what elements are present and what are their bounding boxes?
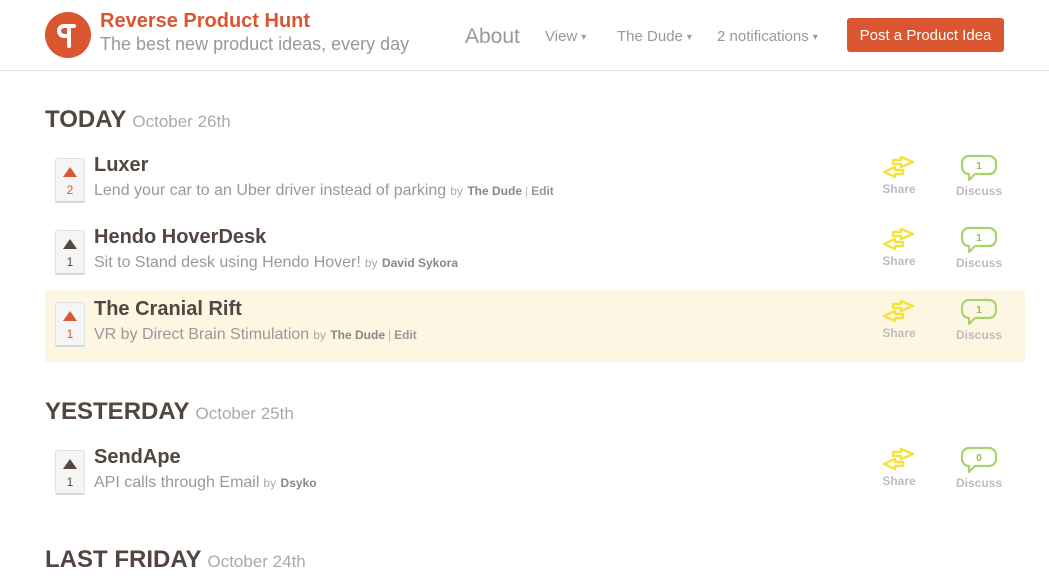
discuss-button[interactable]: 0 Discuss bbox=[949, 446, 1009, 490]
share-button[interactable]: Share bbox=[869, 446, 929, 488]
upvote-arrow-icon bbox=[63, 459, 77, 469]
day-heading: YESTERDAY October 25th bbox=[45, 398, 294, 426]
by-label: by bbox=[263, 476, 277, 490]
share-arrows-icon bbox=[869, 298, 929, 324]
nav-user-dropdown[interactable]: The Dude ▾ bbox=[617, 28, 692, 45]
discuss-label: Discuss bbox=[955, 184, 1003, 198]
author-link[interactable]: The Dude bbox=[330, 328, 385, 342]
share-label: Share bbox=[882, 182, 916, 196]
upvote-arrow-icon bbox=[63, 311, 77, 321]
share-button[interactable]: Share bbox=[869, 298, 929, 340]
day-heading: LAST FRIDAY October 24th bbox=[45, 546, 306, 574]
product-meta: API calls through Email by Dsyko bbox=[94, 474, 317, 492]
author-link[interactable]: David Sykora bbox=[382, 256, 458, 270]
day-label: YESTERDAY bbox=[45, 398, 190, 425]
by-label: by bbox=[313, 328, 326, 342]
vote-count: 1 bbox=[66, 475, 74, 489]
day-heading: TODAY October 26th bbox=[45, 106, 231, 134]
upvote-button[interactable]: 1 bbox=[55, 230, 85, 275]
author-link[interactable]: Dsyko bbox=[281, 476, 317, 490]
comment-count: 1 bbox=[976, 233, 982, 244]
upvote-button[interactable]: 2 bbox=[55, 158, 85, 203]
vote-count: 1 bbox=[66, 255, 74, 269]
product-row[interactable]: 2 Luxer Lend your car to an Uber driver in… bbox=[45, 146, 1025, 218]
product-description: Lend your car to an Uber driver instead … bbox=[94, 182, 447, 199]
nav-notifications-dropdown[interactable]: 2 notifications ▾ bbox=[717, 28, 818, 45]
chevron-down-icon: ▾ bbox=[686, 32, 692, 43]
nav-notifications-label: 2 notifications bbox=[717, 28, 809, 45]
nav-user-label: The Dude bbox=[617, 28, 683, 45]
brand-title[interactable]: Reverse Product Hunt bbox=[100, 10, 310, 33]
nav-about-link[interactable]: About bbox=[465, 25, 520, 49]
nav-view-dropdown[interactable]: View ▾ bbox=[545, 28, 586, 45]
discuss-label: Discuss bbox=[955, 256, 1003, 270]
by-label: by bbox=[450, 184, 463, 198]
separator: | bbox=[388, 328, 392, 342]
product-description: API calls through Email bbox=[94, 474, 260, 491]
product-description: Sit to Stand desk using Hendo Hover! bbox=[94, 254, 361, 271]
product-meta: VR by Direct Brain Stimulation by The Dud… bbox=[94, 326, 417, 344]
product-name[interactable]: Luxer bbox=[94, 154, 148, 177]
speech-bubble-icon: 1 bbox=[949, 226, 1009, 254]
comment-count: 1 bbox=[976, 161, 982, 172]
product-meta: Sit to Stand desk using Hendo Hover! by D… bbox=[94, 254, 458, 272]
day-date: October 26th bbox=[132, 112, 231, 131]
brand-tagline: The best new product ideas, every day bbox=[100, 34, 410, 54]
comment-count: 0 bbox=[976, 453, 982, 464]
discuss-label: Discuss bbox=[955, 476, 1003, 490]
product-name[interactable]: SendApe bbox=[94, 446, 181, 469]
upvote-arrow-icon bbox=[63, 239, 77, 249]
product-row[interactable]: 1 Hendo HoverDesk Sit to Stand desk using … bbox=[45, 218, 1025, 290]
vote-count: 2 bbox=[66, 183, 74, 197]
discuss-button[interactable]: 1 Discuss bbox=[949, 298, 1009, 342]
separator: | bbox=[525, 184, 529, 198]
edit-link[interactable]: Edit bbox=[531, 184, 554, 198]
speech-bubble-icon: 1 bbox=[949, 154, 1009, 182]
share-label: Share bbox=[882, 474, 916, 488]
vote-count: 1 bbox=[66, 327, 74, 341]
product-name[interactable]: The Cranial Rift bbox=[94, 298, 242, 321]
nav-view-label: View bbox=[545, 28, 578, 45]
share-arrows-icon bbox=[869, 226, 929, 252]
day-label: TODAY bbox=[45, 106, 127, 133]
product-meta: Lend your car to an Uber driver instead … bbox=[94, 182, 554, 200]
upvote-button[interactable]: 1 bbox=[55, 450, 85, 495]
share-arrows-icon bbox=[869, 154, 929, 180]
share-label: Share bbox=[882, 326, 916, 340]
share-button[interactable]: Share bbox=[869, 154, 929, 196]
upvote-button[interactable]: 1 bbox=[55, 302, 85, 347]
speech-bubble-icon: 1 bbox=[949, 298, 1009, 326]
share-button[interactable]: Share bbox=[869, 226, 929, 268]
by-label: by bbox=[364, 256, 378, 270]
share-arrows-icon bbox=[869, 446, 929, 472]
day-label: LAST FRIDAY bbox=[45, 546, 202, 573]
product-description: VR by Direct Brain Stimulation bbox=[94, 326, 310, 343]
top-header: Reverse Product Hunt The best new produc… bbox=[0, 0, 1049, 71]
product-row[interactable]: 1 The Cranial Rift VR by Direct Brain Stim… bbox=[45, 290, 1025, 362]
product-row[interactable]: 1 SendApe API calls through Email by Dsyko S… bbox=[45, 438, 1025, 510]
speech-bubble-icon: 0 bbox=[949, 446, 1009, 474]
author-link[interactable]: The Dude bbox=[467, 184, 522, 198]
chevron-down-icon: ▾ bbox=[581, 32, 587, 43]
share-label: Share bbox=[882, 254, 916, 268]
discuss-button[interactable]: 1 Discuss bbox=[949, 154, 1009, 198]
logo-p-icon[interactable] bbox=[45, 12, 91, 58]
comment-count: 1 bbox=[976, 305, 982, 316]
discuss-button[interactable]: 1 Discuss bbox=[949, 226, 1009, 270]
discuss-label: Discuss bbox=[955, 328, 1003, 342]
product-name[interactable]: Hendo HoverDesk bbox=[94, 226, 266, 249]
upvote-arrow-icon bbox=[63, 167, 77, 177]
day-date: October 24th bbox=[207, 552, 306, 571]
chevron-down-icon: ▾ bbox=[812, 32, 818, 43]
post-product-idea-button[interactable]: Post a Product Idea bbox=[847, 18, 1004, 52]
edit-link[interactable]: Edit bbox=[394, 328, 417, 342]
day-date: October 25th bbox=[195, 404, 294, 423]
